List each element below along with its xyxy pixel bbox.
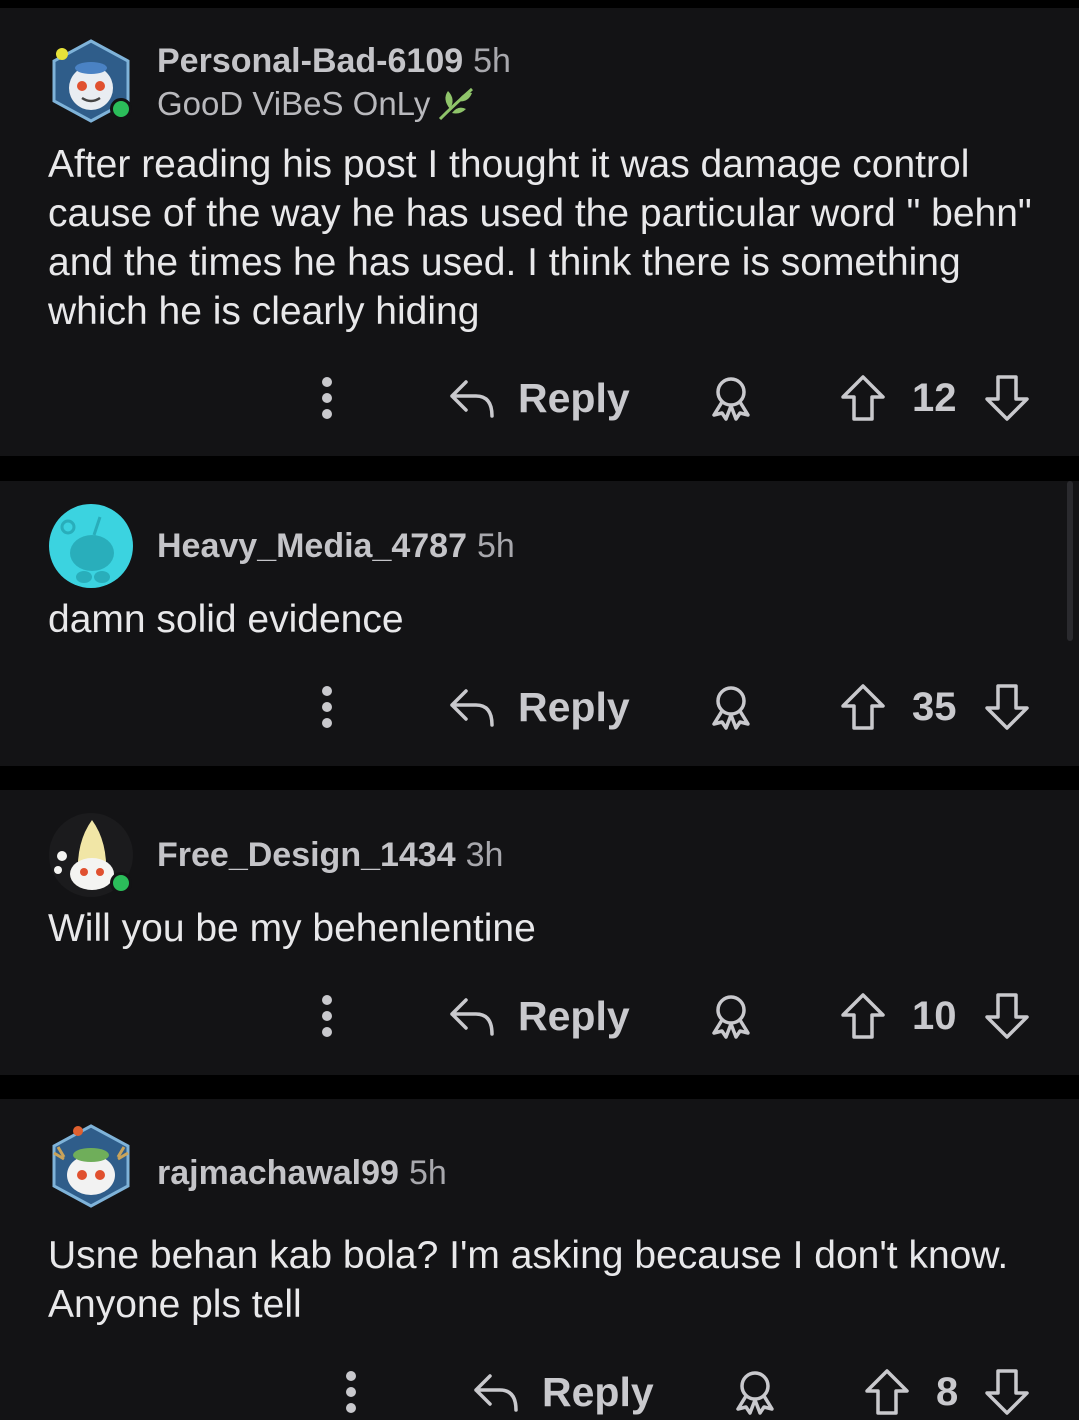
scrollbar[interactable]	[1067, 481, 1073, 641]
reply-button[interactable]: Reply	[448, 368, 630, 428]
username[interactable]: rajmachawal99	[157, 1154, 399, 1192]
more-options-icon	[322, 377, 332, 419]
comment-card: Free_Design_1434 3h Will you be my behenl…	[0, 790, 1079, 1075]
award-icon	[712, 377, 750, 421]
username[interactable]: Personal-Bad-6109	[157, 42, 463, 80]
score-count: 35	[912, 684, 957, 729]
reply-label: Reply	[542, 1368, 654, 1415]
reply-arrow-icon	[450, 998, 494, 1036]
more-options-button[interactable]	[316, 368, 338, 428]
comment-body: damn solid evidence	[48, 598, 404, 641]
vote-score: 12	[912, 368, 957, 428]
comment-meta: Free_Design_1434 3h	[157, 835, 503, 875]
default-snoo-avatar-icon	[49, 504, 133, 588]
upvote-button[interactable]	[840, 986, 886, 1046]
award-icon	[712, 995, 750, 1039]
downvote-arrow-icon	[985, 1369, 1029, 1415]
vote-score: 8	[936, 1362, 958, 1420]
comment-card: Heavy_Media_4787 5h damn solid evidence R…	[0, 481, 1079, 766]
score-count: 12	[912, 375, 957, 420]
reply-label: Reply	[518, 683, 630, 730]
comment-card: Personal-Bad-6109 5h GooD ViBeS OnLy Afte…	[0, 8, 1079, 456]
reply-arrow-icon	[474, 1374, 518, 1412]
comment-meta: Personal-Bad-6109 5h	[157, 41, 511, 81]
upvote-button[interactable]	[840, 677, 886, 737]
user-avatar[interactable]	[48, 812, 134, 898]
timestamp: 5h	[473, 42, 511, 80]
timestamp: 5h	[408, 1154, 447, 1192]
downvote-button[interactable]	[984, 677, 1030, 737]
username[interactable]: Free_Design_1434	[157, 836, 456, 874]
comment-card: rajmachawal99 5h Usne behan kab bola? I'm…	[0, 1099, 1079, 1420]
user-flair: GooD ViBeS OnLy	[157, 84, 476, 124]
award-icon	[736, 1371, 774, 1415]
vote-score: 35	[912, 677, 957, 737]
comment-actions: Reply 12	[0, 368, 1079, 428]
more-options-icon	[322, 995, 332, 1037]
user-avatar[interactable]	[48, 503, 134, 589]
downvote-arrow-icon	[985, 993, 1029, 1039]
reply-button[interactable]: Reply	[472, 1362, 654, 1420]
award-icon	[712, 686, 750, 730]
upvote-button[interactable]	[864, 1362, 910, 1420]
award-button[interactable]	[732, 1362, 778, 1420]
reply-arrow-icon	[450, 689, 494, 727]
comment-actions: Reply 8	[0, 1362, 1079, 1420]
reply-button[interactable]: Reply	[448, 677, 630, 737]
snoo-avatar-icon	[52, 1124, 130, 1208]
downvote-button[interactable]	[984, 368, 1030, 428]
reply-button[interactable]: Reply	[448, 986, 630, 1046]
comment-feed: Personal-Bad-6109 5h GooD ViBeS OnLy Afte…	[0, 0, 1079, 1420]
user-avatar[interactable]	[48, 38, 134, 124]
leaf-icon	[439, 87, 474, 121]
more-options-icon	[322, 686, 332, 728]
timestamp: 3h	[465, 836, 504, 874]
upvote-arrow-icon	[841, 684, 885, 730]
upvote-arrow-icon	[865, 1369, 909, 1415]
comment-body: Will you be my behenlentine	[48, 907, 536, 950]
online-indicator	[110, 98, 132, 120]
award-button[interactable]	[708, 986, 754, 1046]
downvote-button[interactable]	[984, 1362, 1030, 1420]
comment-actions: Reply 10	[0, 986, 1079, 1046]
upvote-button[interactable]	[840, 368, 886, 428]
score-count: 10	[912, 993, 957, 1038]
downvote-button[interactable]	[984, 986, 1030, 1046]
upvote-arrow-icon	[841, 993, 885, 1039]
award-button[interactable]	[708, 677, 754, 737]
comment-meta: Heavy_Media_4787 5h	[157, 526, 515, 566]
user-avatar[interactable]	[48, 1123, 134, 1209]
online-indicator	[110, 872, 132, 894]
comment-body: Usne behan kab bola? I'm asking because …	[48, 1234, 1009, 1326]
reply-label: Reply	[518, 992, 630, 1039]
more-options-icon	[346, 1371, 356, 1413]
comment-actions: Reply 35	[0, 677, 1079, 737]
flair-text: GooD ViBeS OnLy	[157, 85, 431, 122]
score-count: 8	[936, 1369, 959, 1414]
username[interactable]: Heavy_Media_4787	[157, 527, 467, 565]
comment-meta: rajmachawal99 5h	[157, 1153, 447, 1193]
comment-body: After reading his post I thought it was …	[48, 143, 1032, 333]
downvote-arrow-icon	[985, 375, 1029, 421]
upvote-arrow-icon	[841, 375, 885, 421]
vote-score: 10	[912, 986, 957, 1046]
reply-arrow-icon	[450, 380, 494, 418]
more-options-button[interactable]	[316, 677, 338, 737]
timestamp: 5h	[477, 527, 515, 565]
more-options-button[interactable]	[340, 1362, 362, 1420]
more-options-button[interactable]	[316, 986, 338, 1046]
downvote-arrow-icon	[985, 684, 1029, 730]
award-button[interactable]	[708, 368, 754, 428]
reply-label: Reply	[518, 374, 630, 421]
